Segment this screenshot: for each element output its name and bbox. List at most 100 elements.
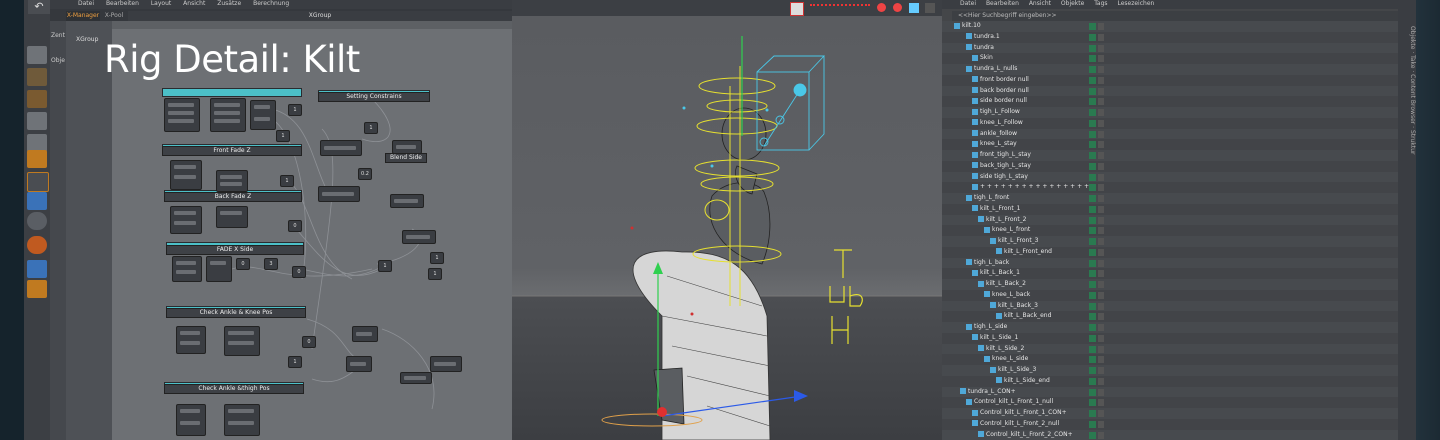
visibility-toggle[interactable] (1089, 388, 1096, 396)
value-node[interactable]: 3 (264, 258, 278, 270)
object-row[interactable]: knee_L_back (942, 289, 1398, 301)
xpresso-node[interactable] (206, 256, 232, 282)
render-toggle[interactable] (1098, 259, 1104, 267)
object-row[interactable]: tundra_L_nulls (942, 64, 1398, 75)
cube-orange-icon[interactable] (27, 150, 47, 168)
visibility-toggle[interactable] (1089, 98, 1096, 106)
visibility-toggle[interactable] (1089, 152, 1096, 159)
render-toggle[interactable] (1098, 302, 1104, 310)
object-row[interactable]: kilt_L_Front_end (942, 246, 1398, 258)
cube-icon[interactable] (27, 112, 47, 130)
object-row[interactable]: kilt_L_Front_2 (942, 214, 1398, 226)
object-row[interactable]: ankle_follow (942, 128, 1398, 140)
om-menu-bearbeiten[interactable]: Bearbeiten (986, 0, 1019, 7)
object-row[interactable]: knee_L_stay (942, 139, 1398, 150)
object-row[interactable]: side border null (942, 96, 1398, 107)
object-row[interactable]: front_tigh_L_stay (942, 150, 1398, 161)
object-row[interactable]: kilt_L_Side_3 (942, 365, 1398, 376)
object-row[interactable]: tundra_L_CON+ (942, 386, 1398, 398)
visibility-toggle[interactable] (1089, 173, 1096, 181)
lock-icon[interactable] (27, 280, 47, 298)
render-toggle[interactable] (1098, 205, 1104, 213)
object-row[interactable]: tundra (942, 42, 1398, 54)
render-toggle[interactable] (1098, 66, 1104, 73)
render-toggle[interactable] (1098, 162, 1104, 170)
object-row[interactable]: knee_L_side (942, 354, 1398, 365)
xpresso-node[interactable] (318, 186, 360, 202)
om-menu-lesezeichen[interactable]: Lesezeichen (1117, 0, 1154, 7)
right-dock-tab-labels[interactable]: Objekte · Take · Content Browser · Struk… (1398, 26, 1416, 426)
render-toggle[interactable] (1098, 44, 1104, 52)
xpresso-node[interactable] (390, 194, 424, 208)
visibility-toggle[interactable] (1089, 324, 1096, 331)
xpresso-node[interactable] (400, 372, 432, 384)
object-row[interactable]: tigh_L_Follow (942, 107, 1398, 118)
visibility-toggle[interactable] (1089, 431, 1096, 439)
visibility-toggle[interactable] (1089, 55, 1096, 63)
settings-icon[interactable] (925, 3, 935, 13)
render-toggle[interactable] (1098, 248, 1104, 256)
character-icon[interactable] (909, 3, 919, 13)
menu-zusaetze[interactable]: Zusätze (217, 0, 241, 7)
object-row[interactable]: knee_L_front (942, 225, 1398, 236)
visibility-toggle[interactable] (1089, 76, 1096, 84)
menu-layout[interactable]: Layout (151, 0, 171, 7)
object-row[interactable]: kilt_L_Back_3 (942, 300, 1398, 312)
value-node[interactable]: 1 (276, 130, 290, 142)
xpresso-node[interactable] (250, 100, 276, 130)
render-toggle[interactable] (1098, 281, 1104, 288)
xpresso-node[interactable] (392, 140, 422, 154)
visibility-toggle[interactable] (1089, 313, 1096, 321)
visibility-toggle[interactable] (1089, 345, 1096, 353)
object-row[interactable]: tigh_L_back (942, 257, 1398, 269)
value-node[interactable]: 1 (288, 356, 302, 368)
object-row[interactable]: tundra.1 (942, 31, 1398, 43)
object-row[interactable]: kilt_L_Front_1 (942, 203, 1398, 215)
object-row[interactable]: back border null (942, 85, 1398, 97)
object-row[interactable]: tigh_L_side (942, 322, 1398, 333)
visibility-toggle[interactable] (1089, 281, 1096, 288)
xpresso-node[interactable] (224, 404, 260, 436)
xpresso-node[interactable] (164, 98, 200, 132)
tree-item-xgroup[interactable]: XGroup (76, 36, 98, 43)
xpresso-node[interactable] (346, 356, 372, 372)
object-row[interactable]: + + + + + + + + + + + + + + + + (942, 182, 1398, 193)
cube-icon[interactable] (27, 46, 47, 64)
render-toggle[interactable] (1098, 87, 1104, 95)
object-search-input[interactable]: <<Hier Suchbegriff eingeben>> (952, 11, 1398, 21)
render-toggle[interactable] (1098, 216, 1104, 224)
xpresso-node[interactable] (402, 230, 436, 244)
render-toggle[interactable] (1098, 23, 1104, 30)
render-toggle[interactable] (1098, 291, 1104, 299)
object-row[interactable]: kilt_L_Side_end (942, 375, 1398, 387)
render-toggle[interactable] (1098, 324, 1104, 331)
visibility-toggle[interactable] (1089, 205, 1096, 213)
object-row[interactable]: Skin (942, 53, 1398, 64)
om-menu-datei[interactable]: Datei (960, 0, 976, 7)
render-toggle[interactable] (1098, 313, 1104, 321)
object-row[interactable]: Control_kilt_L_Front_1_CON+ (942, 408, 1398, 419)
render-toggle[interactable] (1098, 367, 1104, 374)
render-toggle[interactable] (1098, 227, 1104, 235)
object-row[interactable]: kilt_L_Front_3 (942, 236, 1398, 247)
visibility-toggle[interactable] (1089, 259, 1096, 267)
render-toggle[interactable] (1098, 195, 1104, 202)
visibility-toggle[interactable] (1089, 420, 1096, 428)
visibility-toggle[interactable] (1089, 130, 1096, 138)
value-node[interactable]: 0.2 (358, 168, 372, 180)
value-node[interactable]: 1 (378, 260, 392, 272)
xpresso-node[interactable] (352, 326, 378, 342)
value-node[interactable]: 0 (236, 258, 250, 270)
value-node[interactable]: 0 (292, 266, 306, 278)
render-toggle[interactable] (1098, 109, 1104, 116)
render-toggle[interactable] (1098, 345, 1104, 353)
render-toggle[interactable] (1098, 238, 1104, 245)
visibility-toggle[interactable] (1089, 87, 1096, 95)
visibility-toggle[interactable] (1089, 162, 1096, 170)
render-toggle[interactable] (1098, 130, 1104, 138)
brush-icon[interactable] (27, 192, 47, 210)
checker-icon[interactable] (27, 68, 47, 86)
value-node[interactable]: 1 (280, 175, 294, 187)
visibility-toggle[interactable] (1089, 248, 1096, 256)
xpresso-node[interactable] (172, 256, 202, 282)
